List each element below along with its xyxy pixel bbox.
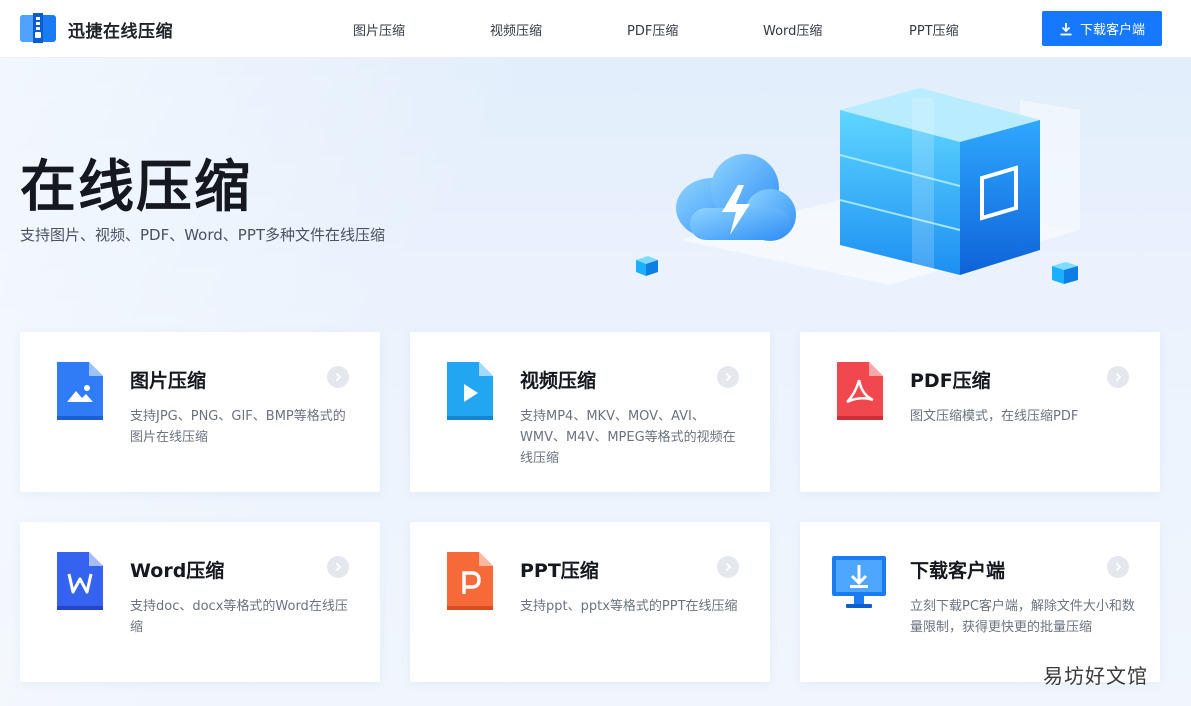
nav-pdf-compress[interactable]: PDF压缩: [627, 20, 678, 39]
chevron-right-icon[interactable]: [1107, 556, 1129, 578]
card-ppt-compress[interactable]: PPT压缩 支持ppt、pptx等格式的PPT在线压缩: [410, 522, 770, 682]
nav-word-compress[interactable]: Word压缩: [763, 20, 822, 39]
nav-video-compress[interactable]: 视频压缩: [490, 20, 542, 39]
brand-name[interactable]: 迅捷在线压缩: [68, 17, 173, 42]
download-icon: [1060, 22, 1072, 35]
chevron-right-icon[interactable]: [327, 556, 349, 578]
card-title: 视频压缩: [520, 370, 597, 392]
card-description: 立刻下载PC客户端，解除文件大小和数量限制，获得更快更的批量压缩: [910, 599, 1135, 635]
nav-image-compress[interactable]: 图片压缩: [353, 20, 405, 39]
card-download-client[interactable]: 下载客户端 立刻下载PC客户端，解除文件大小和数量限制，获得更快更的批量压缩: [800, 522, 1160, 682]
image-file-icon: [57, 362, 103, 420]
card-description: 支持JPG、PNG、GIF、BMP等格式的图片在线压缩: [130, 409, 346, 445]
chevron-right-icon[interactable]: [717, 366, 739, 388]
card-pdf-compress[interactable]: PDF压缩 图文压缩模式，在线压缩PDF: [800, 332, 1160, 492]
watermark-text: 易坊好文馆: [1043, 664, 1148, 688]
chevron-right-icon[interactable]: [1107, 366, 1129, 388]
nav-ppt-compress[interactable]: PPT压缩: [909, 20, 959, 39]
pdf-file-icon: [837, 362, 883, 420]
hero-title: 在线压缩: [20, 155, 252, 220]
card-description: 支持doc、docx等格式的Word在线压缩: [130, 599, 348, 635]
hero-illustration: [636, 88, 1080, 285]
card-description: 支持MP4、MKV、MOV、AVI、WMV、M4V、MPEG等格式的视频在线压缩: [520, 409, 736, 466]
card-description: 图文压缩模式，在线压缩PDF: [910, 409, 1079, 424]
monitor-download-icon: [832, 556, 886, 608]
card-title: PPT压缩: [520, 560, 599, 582]
card-video-compress[interactable]: 视频压缩 支持MP4、MKV、MOV、AVI、WMV、M4V、MPEG等格式的视…: [410, 332, 770, 492]
video-file-icon: [447, 362, 493, 420]
zip-logo-icon[interactable]: [20, 13, 56, 43]
card-title: 下载客户端: [910, 560, 1006, 582]
word-file-icon: [57, 552, 103, 610]
top-header: 迅捷在线压缩 图片压缩 视频压缩 PDF压缩 Word压缩 PPT压缩 下载客户…: [0, 0, 1191, 58]
card-word-compress[interactable]: Word压缩 支持doc、docx等格式的Word在线压缩: [20, 522, 380, 682]
ppt-file-icon: [447, 552, 493, 610]
hero-subtitle: 支持图片、视频、PDF、Word、PPT多种文件在线压缩: [20, 226, 386, 244]
card-title: PDF压缩: [910, 370, 991, 392]
chevron-right-icon[interactable]: [717, 556, 739, 578]
chevron-right-icon[interactable]: [327, 366, 349, 388]
download-client-button[interactable]: 下载客户端: [1042, 11, 1162, 46]
download-client-label: 下载客户端: [1079, 23, 1145, 38]
card-title: Word压缩: [130, 560, 225, 582]
card-image-compress[interactable]: 图片压缩 支持JPG、PNG、GIF、BMP等格式的图片在线压缩: [20, 332, 380, 492]
card-description: 支持ppt、pptx等格式的PPT在线压缩: [520, 599, 738, 614]
card-title: 图片压缩: [130, 370, 207, 392]
